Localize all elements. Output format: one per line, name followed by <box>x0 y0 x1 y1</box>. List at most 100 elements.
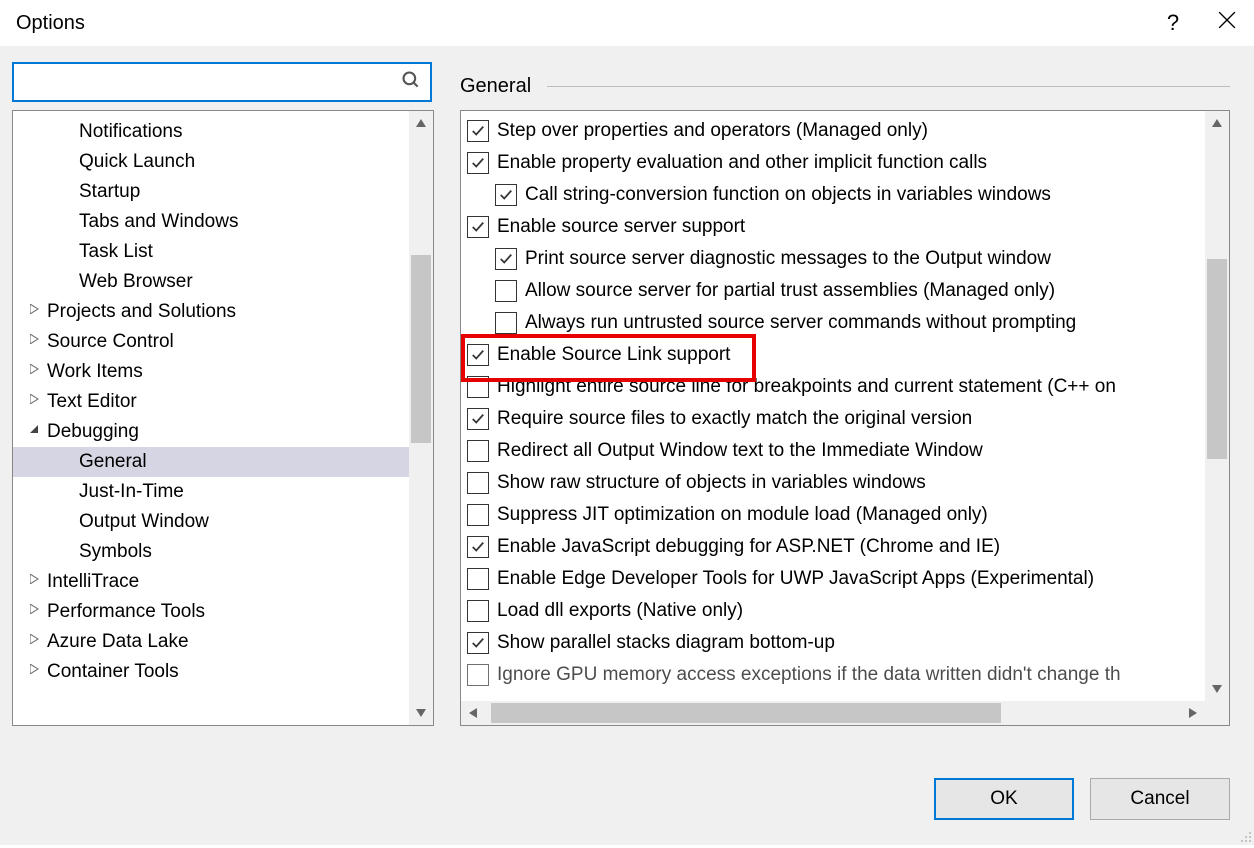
scroll-up-icon[interactable] <box>1205 111 1229 135</box>
cancel-button[interactable]: Cancel <box>1090 778 1230 820</box>
scroll-thumb[interactable] <box>1207 259 1227 459</box>
setting-row: Require source files to exactly match th… <box>467 403 1223 435</box>
list-horizontal-scrollbar[interactable] <box>461 701 1205 725</box>
tree-item[interactable]: Azure Data Lake <box>13 627 433 657</box>
tree-item[interactable]: Output Window <box>13 507 433 537</box>
checkbox[interactable] <box>495 184 517 206</box>
tree-item[interactable]: Task List <box>13 237 433 267</box>
chevron-down-icon[interactable] <box>27 423 41 440</box>
close-button[interactable] <box>1200 0 1254 46</box>
tree-item[interactable]: Work Items <box>13 357 433 387</box>
setting-row: Show parallel stacks diagram bottom-up <box>467 627 1223 659</box>
checkbox[interactable] <box>467 376 489 398</box>
category-tree[interactable]: NotificationsQuick LaunchStartupTabs and… <box>13 111 433 693</box>
tree-item-label: Symbols <box>79 537 152 566</box>
search-box[interactable] <box>12 62 432 102</box>
tree-item[interactable]: Container Tools <box>13 657 433 687</box>
tree-item[interactable]: Web Browser <box>13 267 433 297</box>
tree-item[interactable]: Just-In-Time <box>13 477 433 507</box>
resize-grip-icon[interactable] <box>1236 827 1252 843</box>
tree-item-label: Quick Launch <box>79 147 195 176</box>
search-input[interactable] <box>20 70 398 95</box>
scroll-thumb[interactable] <box>411 255 431 443</box>
tree-scrollbar[interactable] <box>409 111 433 725</box>
tree-item[interactable]: Text Editor <box>13 387 433 417</box>
list-vertical-scrollbar[interactable] <box>1205 111 1229 701</box>
tree-item[interactable]: Projects and Solutions <box>13 297 433 327</box>
tree-highlight <box>13 693 175 725</box>
setting-label: Enable JavaScript debugging for ASP.NET … <box>497 536 1000 558</box>
ok-button[interactable]: OK <box>934 778 1074 820</box>
help-button[interactable]: ? <box>1146 0 1200 46</box>
setting-label: Ignore GPU memory access exceptions if t… <box>497 664 1121 686</box>
chevron-right-icon[interactable] <box>27 573 41 590</box>
chevron-right-icon[interactable] <box>27 393 41 410</box>
setting-row: Allow source server for partial trust as… <box>467 275 1223 307</box>
chevron-right-icon[interactable] <box>27 603 41 620</box>
settings-panel: Step over properties and operators (Mana… <box>460 110 1230 726</box>
dialog-footer: OK Cancel <box>0 753 1254 845</box>
checkbox[interactable] <box>467 120 489 142</box>
scroll-up-icon[interactable] <box>409 111 433 135</box>
tree-item[interactable]: Notifications <box>13 117 433 147</box>
tree-item-label: Just-In-Time <box>79 477 184 506</box>
setting-label: Enable source server support <box>497 216 745 238</box>
tree-item-label: Projects and Solutions <box>47 297 236 326</box>
chevron-right-icon[interactable] <box>27 363 41 380</box>
checkbox[interactable] <box>495 248 517 270</box>
tree-item[interactable]: Tabs and Windows <box>13 207 433 237</box>
tree-item-label: Text Editor <box>47 387 137 416</box>
setting-label: Enable Edge Developer Tools for UWP Java… <box>497 568 1094 590</box>
setting-row: Load dll exports (Native only) <box>467 595 1223 627</box>
setting-row: Call string-conversion function on objec… <box>467 179 1223 211</box>
checkbox[interactable] <box>467 600 489 622</box>
setting-label: Enable Source Link support <box>497 344 730 366</box>
setting-label: Require source files to exactly match th… <box>497 408 972 430</box>
checkbox[interactable] <box>495 312 517 334</box>
tree-item[interactable]: Quick Launch <box>13 147 433 177</box>
search-icon <box>398 70 424 95</box>
setting-label: Redirect all Output Window text to the I… <box>497 440 983 462</box>
checkbox[interactable] <box>467 536 489 558</box>
tree-item[interactable]: Source Control <box>13 327 433 357</box>
setting-row: Enable Source Link support <box>467 339 1223 371</box>
checkbox[interactable] <box>467 408 489 430</box>
tree-item-label: Output Window <box>79 507 209 536</box>
checkbox[interactable] <box>467 472 489 494</box>
setting-label: Show raw structure of objects in variabl… <box>497 472 926 494</box>
checkbox[interactable] <box>467 568 489 590</box>
chevron-right-icon[interactable] <box>27 333 41 350</box>
scroll-thumb[interactable] <box>491 703 1001 723</box>
tree-item-label: Web Browser <box>79 267 193 296</box>
checkbox[interactable] <box>467 632 489 654</box>
tree-item[interactable]: IntelliTrace <box>13 567 433 597</box>
checkbox[interactable] <box>495 280 517 302</box>
setting-label: Always run untrusted source server comma… <box>525 312 1076 334</box>
tree-item[interactable]: Startup <box>13 177 433 207</box>
window-title: Options <box>16 12 85 35</box>
tree-item[interactable]: General <box>13 447 429 477</box>
chevron-right-icon[interactable] <box>27 633 41 650</box>
checkbox[interactable] <box>467 664 489 686</box>
close-icon <box>1218 11 1236 35</box>
setting-label: Allow source server for partial trust as… <box>525 280 1055 302</box>
checkbox[interactable] <box>467 504 489 526</box>
checkbox[interactable] <box>467 152 489 174</box>
tree-item[interactable]: Symbols <box>13 537 433 567</box>
scroll-right-icon[interactable] <box>1181 701 1205 725</box>
checkbox[interactable] <box>467 440 489 462</box>
checkbox[interactable] <box>467 344 489 366</box>
chevron-right-icon[interactable] <box>27 663 41 680</box>
chevron-right-icon[interactable] <box>27 303 41 320</box>
category-tree-panel: NotificationsQuick LaunchStartupTabs and… <box>12 110 434 726</box>
scroll-down-icon[interactable] <box>409 701 433 725</box>
scroll-down-icon[interactable] <box>1205 677 1229 701</box>
scroll-left-icon[interactable] <box>461 701 485 725</box>
setting-label: Suppress JIT optimization on module load… <box>497 504 988 526</box>
tree-item-label: Azure Data Lake <box>47 627 189 656</box>
tree-item[interactable]: Performance Tools <box>13 597 433 627</box>
checkbox[interactable] <box>467 216 489 238</box>
options-dialog: Options ? <box>0 0 1254 845</box>
tree-item[interactable]: Debugging <box>13 417 433 447</box>
setting-row: Step over properties and operators (Mana… <box>467 115 1223 147</box>
